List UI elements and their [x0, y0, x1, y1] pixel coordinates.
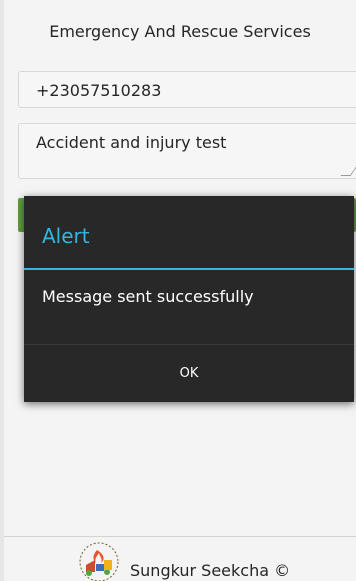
resize-handle-icon: [340, 166, 356, 176]
ok-button[interactable]: OK: [24, 345, 354, 402]
app-title: Emergency And Rescue Services: [49, 22, 311, 41]
message-input[interactable]: Accident and injury test: [18, 123, 356, 179]
dialog-message: Message sent successfully: [42, 287, 254, 306]
app-frame: Emergency And Rescue Services +230575102…: [4, 0, 356, 581]
message-text: Accident and injury test: [36, 133, 227, 152]
alert-dialog: Alert Message sent successfully OK: [24, 196, 354, 402]
dialog-title: Alert: [42, 224, 90, 248]
footer-credit: Sungkur Seekcha ©: [130, 561, 291, 580]
phone-input[interactable]: +23057510283: [18, 71, 356, 108]
dialog-title-divider: [24, 268, 354, 270]
fire-rescue-logo-icon: [79, 542, 119, 581]
footer-divider: [4, 536, 356, 537]
